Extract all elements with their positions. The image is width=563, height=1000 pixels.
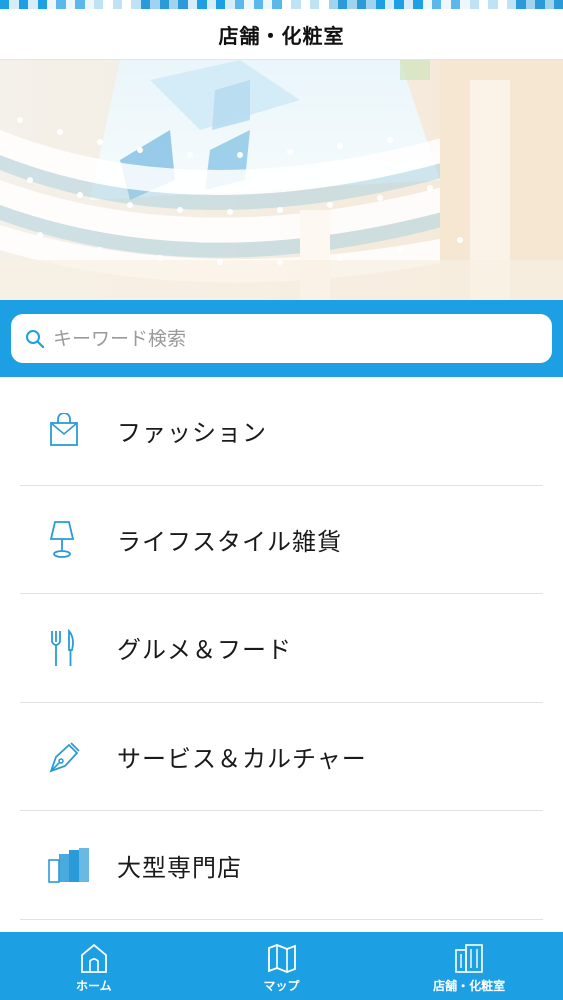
shopping-bag-icon xyxy=(50,412,78,446)
stripe-segment xyxy=(93,0,104,9)
stripe-segment xyxy=(403,0,414,9)
category-item-lifestyle[interactable]: ライフスタイル雑貨 xyxy=(20,486,543,595)
stripe-segment xyxy=(497,0,508,9)
fork-knife-icon xyxy=(51,628,74,666)
stripe-segment xyxy=(84,0,94,9)
map-icon xyxy=(267,944,296,973)
category-item-service[interactable]: サービス＆カルチャー xyxy=(20,703,543,812)
stripe-segment xyxy=(46,0,57,9)
stripe-segment xyxy=(544,0,555,9)
stripe-segment xyxy=(385,0,395,9)
stripe-segment xyxy=(460,0,470,9)
category-list: ファッション ライフスタイル雑貨 グルメ＆フード サービス＆カルチャー 大型専門… xyxy=(0,377,563,920)
stripe-segment xyxy=(122,0,132,9)
category-item-large-stores[interactable]: 大型専門店 xyxy=(20,811,543,920)
store-building-icon xyxy=(455,944,483,973)
bottom-tab-bar: ホーム マップ 店舗・化粧室 xyxy=(0,932,563,1000)
stripe-segment xyxy=(272,0,282,9)
stripe-segment xyxy=(28,0,38,9)
stripe-segment xyxy=(375,0,386,9)
stripe-segment xyxy=(150,0,160,9)
stripe-segment xyxy=(9,0,19,9)
home-icon xyxy=(80,943,107,973)
stripe-segment xyxy=(478,0,489,9)
stripe-segment xyxy=(225,0,235,9)
lamp-icon xyxy=(49,521,75,559)
stripe-segment xyxy=(450,0,461,9)
stripe-segment xyxy=(244,0,254,9)
stripe-segment xyxy=(37,0,47,9)
tab-home[interactable]: ホーム xyxy=(0,932,188,1000)
stripe-segment xyxy=(328,0,339,9)
search-bar-area xyxy=(0,300,563,377)
stripe-segment xyxy=(56,0,66,9)
pen-nib-icon xyxy=(49,741,80,773)
tab-label: ホーム xyxy=(76,979,112,993)
stripe-segment xyxy=(535,0,545,9)
tab-label: 店舗・化粧室 xyxy=(433,979,506,993)
hero-banner-image xyxy=(0,60,563,300)
stripe-segment xyxy=(112,0,123,9)
stripe-segment xyxy=(65,0,76,9)
stripe-segment xyxy=(169,0,179,9)
stripe-segment xyxy=(253,0,263,9)
stripe-segment xyxy=(554,0,563,9)
stripe-segment xyxy=(516,0,526,9)
stripe-segment xyxy=(75,0,85,9)
stripe-segment xyxy=(300,0,310,9)
category-item-fashion[interactable]: ファッション xyxy=(20,377,543,486)
stripe-segment xyxy=(18,0,29,9)
stripe-segment xyxy=(131,0,141,9)
stripe-segment xyxy=(140,0,151,9)
category-label: 大型専門店 xyxy=(117,853,242,882)
stripe-segment xyxy=(525,0,536,9)
stripe-segment xyxy=(413,0,423,9)
stripe-segment xyxy=(394,0,404,9)
stripe-segment xyxy=(291,0,301,9)
stripe-segment xyxy=(347,0,357,9)
stripe-segment xyxy=(338,0,348,9)
stripe-segment xyxy=(206,0,216,9)
stripe-segment xyxy=(366,0,376,9)
stripe-segment xyxy=(187,0,198,9)
stripe-segment xyxy=(422,0,432,9)
stripe-segment xyxy=(215,0,226,9)
category-label: グルメ＆フード xyxy=(117,636,292,665)
stripe-segment xyxy=(234,0,245,9)
category-label: ライフスタイル雑貨 xyxy=(117,527,342,556)
stripe-segment xyxy=(159,0,170,9)
header: 店舗・化粧室 xyxy=(0,9,563,60)
category-label: ファッション xyxy=(117,419,267,448)
stripe-segment xyxy=(469,0,479,9)
stripe-segment xyxy=(488,0,498,9)
stripe-segment xyxy=(178,0,188,9)
search-input[interactable] xyxy=(53,327,523,350)
stripe-segment xyxy=(281,0,292,9)
page-title: 店舗・化粧室 xyxy=(218,23,345,48)
category-item-gourmet[interactable]: グルメ＆フード xyxy=(20,594,543,703)
building-icon xyxy=(48,848,89,883)
stripe-segment xyxy=(431,0,442,9)
search-icon xyxy=(26,329,45,348)
stripe-segment xyxy=(262,0,273,9)
tab-label: マップ xyxy=(263,979,300,993)
search-box[interactable] xyxy=(11,314,552,363)
stripe-segment xyxy=(0,0,10,9)
tab-stores[interactable]: 店舗・化粧室 xyxy=(375,932,563,1000)
atrium-illustration xyxy=(0,60,563,300)
stripe-segment xyxy=(507,0,517,9)
stripe-segment xyxy=(103,0,113,9)
stripe-segment xyxy=(441,0,451,9)
top-decorative-stripe xyxy=(0,0,563,9)
stripe-segment xyxy=(197,0,207,9)
category-label: サービス＆カルチャー xyxy=(117,745,367,774)
stripe-segment xyxy=(319,0,329,9)
tab-map[interactable]: マップ xyxy=(188,932,376,1000)
stripe-segment xyxy=(309,0,320,9)
stripe-segment xyxy=(356,0,367,9)
